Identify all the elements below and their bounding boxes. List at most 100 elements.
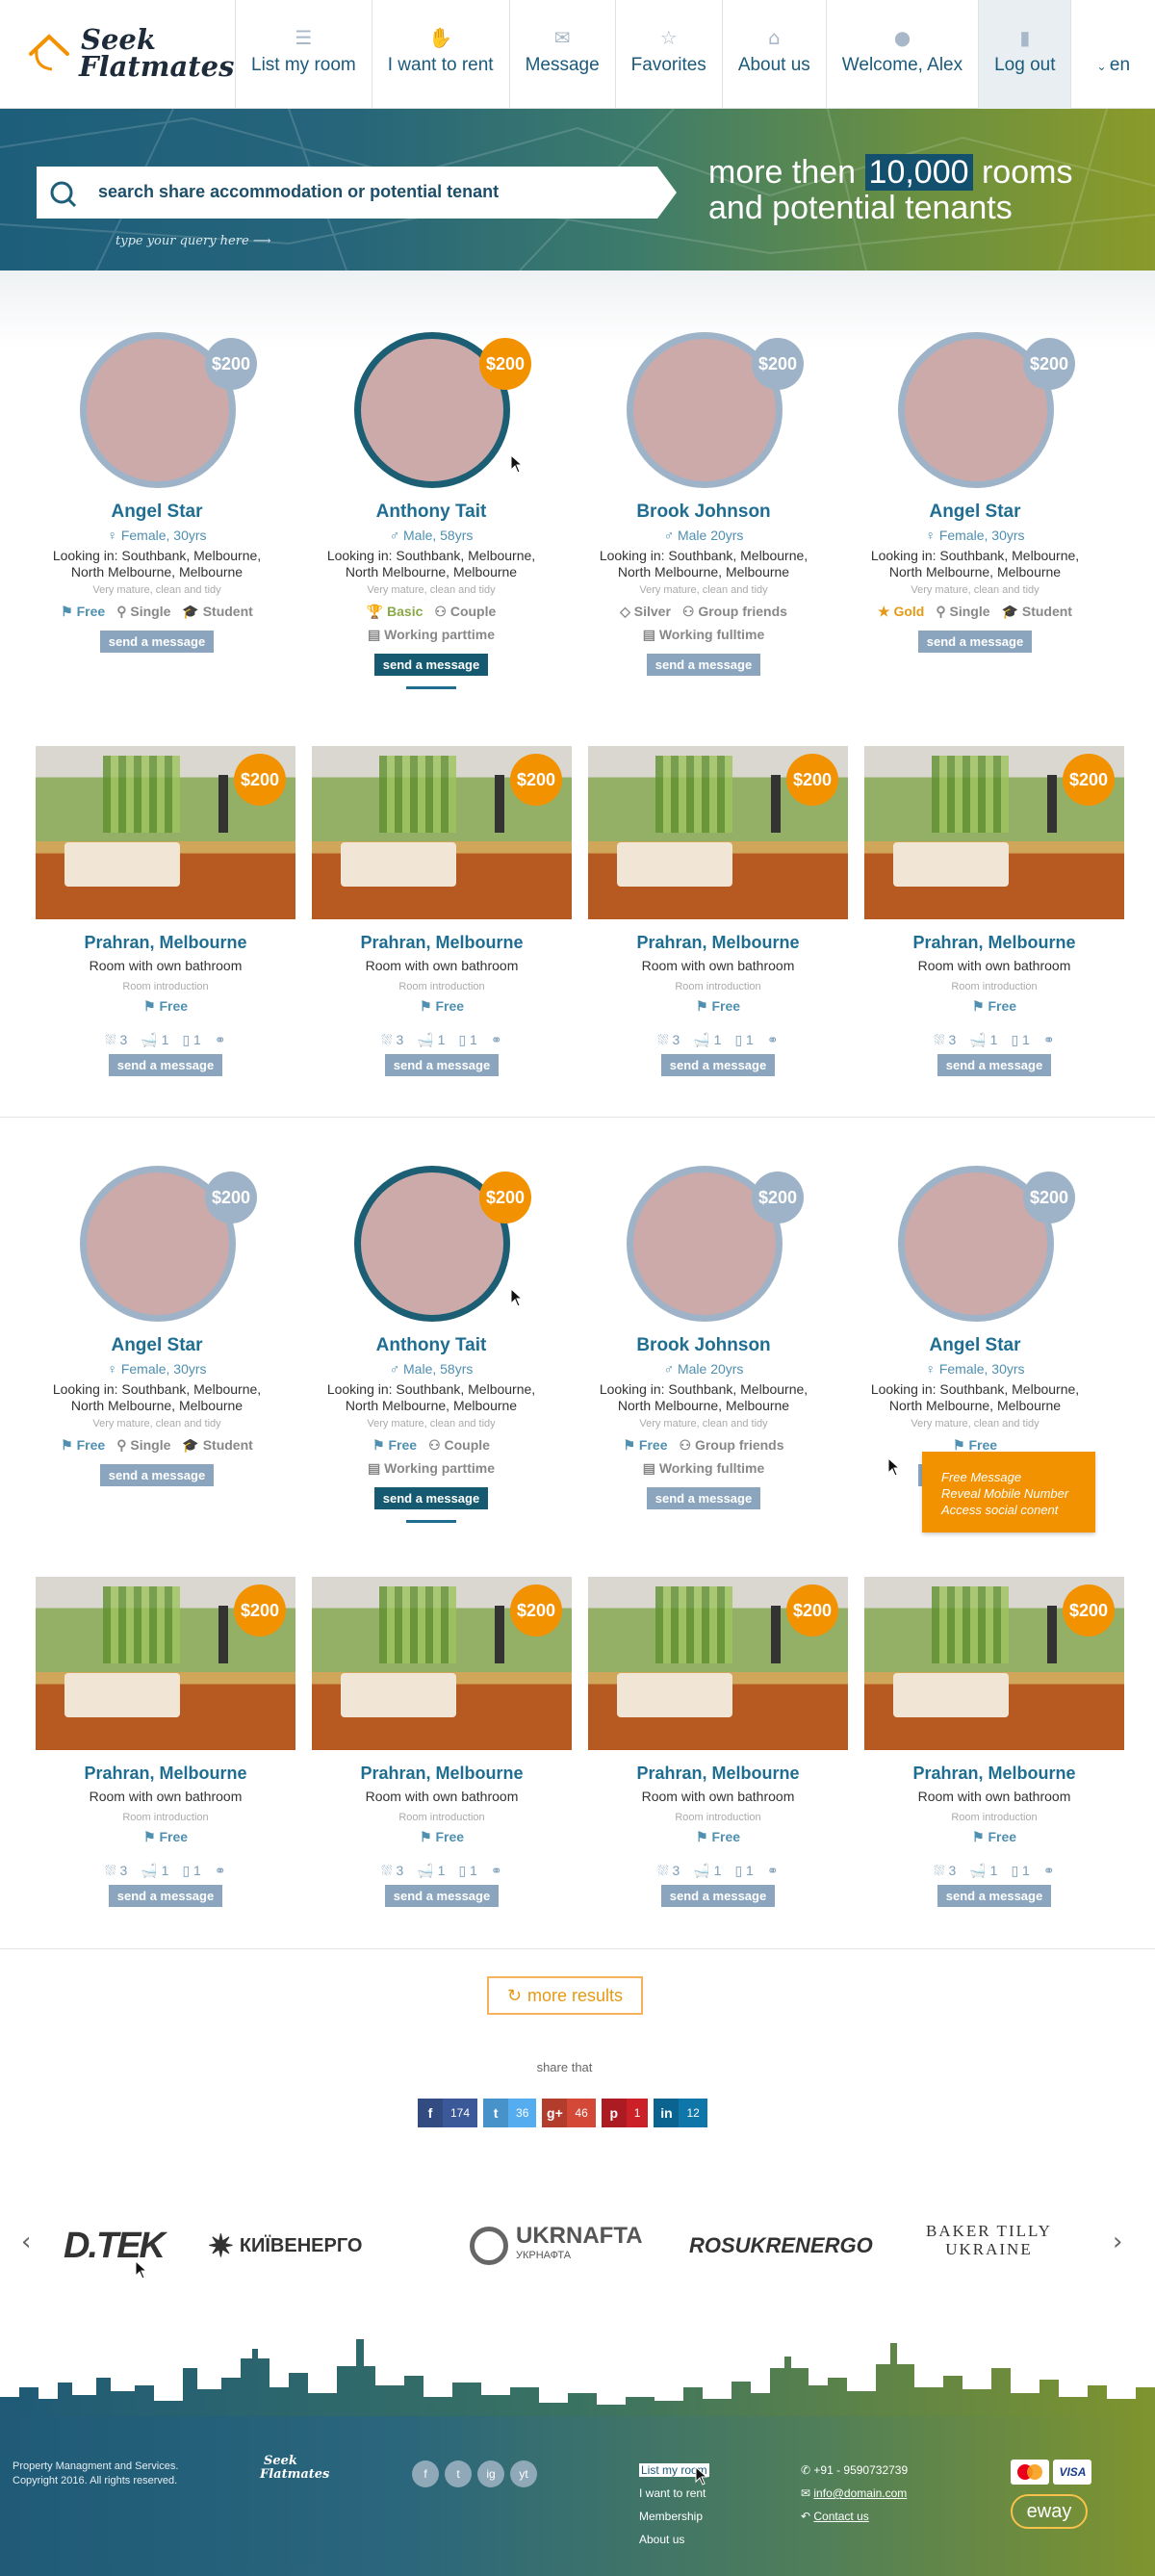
room-card[interactable]: $200 Prahran, Melbourne Room with own bath… (312, 1577, 572, 1914)
person-card[interactable]: $200 Angel Star ♀ Female, 30yrs Looking in:… (32, 1166, 282, 1551)
room-intro: Room introduction (398, 981, 485, 992)
partner-logo-baker-tilly[interactable]: BAKER TILLY UKRAINE (926, 2222, 1052, 2270)
send-message-button[interactable]: send a message (373, 1487, 489, 1509)
send-message-button[interactable]: send a message (646, 654, 761, 676)
room-location[interactable]: Prahran, Melbourne (36, 1764, 295, 1784)
person-card[interactable]: $200 Angel Star ♀ Female, 30yrs Looking in:… (850, 332, 1100, 717)
person-name[interactable]: Brook Johnson (578, 1335, 829, 1356)
person-name[interactable]: Angel Star (850, 502, 1100, 523)
person-card[interactable]: $200 Brook Johnson ♂ Male 20yrs Looking in:… (578, 332, 829, 717)
send-message-button[interactable]: send a message (937, 1885, 1052, 1907)
send-message-button[interactable]: send a message (373, 654, 489, 676)
youtube-icon[interactable]: yt (510, 2460, 537, 2487)
room-location[interactable]: Prahran, Melbourne (36, 933, 295, 953)
couple-icon: ⚭ (1042, 1032, 1055, 1047)
twitter-icon: t (483, 2099, 509, 2127)
send-message-button[interactable]: send a message (937, 1054, 1052, 1076)
instagram-icon[interactable]: ig (477, 2460, 504, 2487)
person-card[interactable]: $200 Anthony Tait ♂ Male, 58yrs Looking in:… (306, 1166, 556, 1551)
person-name[interactable]: Angel Star (32, 1335, 282, 1356)
nav-label: About us (737, 55, 810, 75)
graduation-cap-icon: 🎓 (182, 1437, 203, 1453)
room-location[interactable]: Prahran, Melbourne (588, 933, 848, 953)
person-tags: ⚑ Free ⚲ Single 🎓 Student (32, 604, 282, 620)
person-name[interactable]: Anthony Tait (306, 1335, 556, 1356)
share-facebook-button[interactable]: f 174 (418, 2099, 478, 2127)
room-location[interactable]: Prahran, Melbourne (312, 933, 572, 953)
send-message-button[interactable]: send a message (660, 1885, 776, 1907)
room-card[interactable]: $200 Prahran, Melbourne Room with own bath… (864, 746, 1124, 1083)
send-message-button[interactable]: send a message (660, 1054, 776, 1076)
female-icon: ♀ (107, 528, 121, 543)
looking-in: Looking in: Southbank, Melbourne, North M… (870, 548, 1080, 580)
footer-logo[interactable]: Seek Flatmates (244, 2455, 329, 2482)
nav-i-want-to-rent[interactable]: ✋ I want to rent (371, 0, 509, 109)
nav-list-my-room[interactable]: ☰ List my room (235, 0, 372, 109)
nav-message[interactable]: ✉ Message (508, 0, 615, 109)
twitter-icon[interactable]: t (445, 2460, 472, 2487)
send-message-button[interactable]: send a message (384, 1885, 500, 1907)
send-message-button[interactable]: send a message (108, 1885, 223, 1907)
room-card[interactable]: $200 Prahran, Melbourne Room with own bath… (588, 1577, 848, 1914)
send-message-button[interactable]: send a message (646, 1487, 761, 1509)
search-input[interactable]: search share accommodation or potential … (98, 182, 499, 202)
share-pinterest-button[interactable]: p1 (601, 2099, 649, 2127)
footer-email-link[interactable]: info@domain.com (813, 2486, 907, 2500)
send-message-button[interactable]: send a message (99, 1464, 215, 1486)
room-amenities: ⛆ 3 🛁 1 ▯ 1 ⚭ (657, 1032, 779, 1047)
share-twitter-button[interactable]: t 36 (483, 2099, 537, 2127)
footer-link-about-us[interactable]: About us (639, 2528, 709, 2551)
carousel-next-arrow[interactable]: › (1113, 2228, 1122, 2256)
room-card[interactable]: $200 Prahran, Melbourne Room with own bath… (312, 746, 572, 1083)
site-logo[interactable]: Seek Flatmates (27, 23, 234, 87)
room-location[interactable]: Prahran, Melbourne (864, 933, 1124, 953)
partner-logo-rosukrenergo[interactable]: ROSUKRENERGO (689, 2222, 873, 2270)
person-name[interactable]: Angel Star (850, 1335, 1100, 1356)
more-results-button[interactable]: ↻ more results (487, 1976, 643, 2015)
room-card[interactable]: $200 Prahran, Melbourne Room with own bath… (588, 746, 848, 1083)
share-linkedin-button[interactable]: in 12 (654, 2099, 707, 2127)
partner-logo-ukrnafta[interactable]: UKRNAFTA УКРНАФТА (470, 2222, 643, 2270)
person-card[interactable]: $200 Brook Johnson ♂ Male 20yrs Looking in:… (578, 1166, 829, 1551)
language-select[interactable]: ⌄ en (1070, 0, 1155, 109)
send-message-button[interactable]: send a message (99, 631, 215, 653)
partner-logo-dtek[interactable]: D.TEK (64, 2222, 166, 2270)
room-location[interactable]: Prahran, Melbourne (312, 1764, 572, 1784)
person-name[interactable]: Brook Johnson (578, 502, 829, 523)
person-card[interactable]: $200 Angel Star ♀ Female, 30yrs Looking in:… (32, 332, 282, 717)
hero-headline: more then 10,000 rooms and potential ten… (708, 154, 1073, 226)
nav-favorites[interactable]: ☆ Favorites (614, 0, 722, 109)
room-card[interactable]: $200 Prahran, Melbourne Room with own bath… (36, 1577, 295, 1914)
nav-welcome[interactable]: ● Welcome, Alex (825, 0, 978, 109)
flag-icon: ⚑ (61, 604, 77, 619)
bed-icon: ⛆ (381, 1863, 397, 1878)
facebook-icon[interactable]: f (412, 2460, 439, 2487)
room-location[interactable]: Prahran, Melbourne (588, 1764, 848, 1784)
send-message-button[interactable]: send a message (108, 1054, 223, 1076)
plan-label: Free (76, 604, 106, 619)
nav-log-out[interactable]: ▮ Log out (978, 0, 1071, 109)
plan-label: Free (76, 1437, 106, 1453)
room-location[interactable]: Prahran, Melbourne (864, 1764, 1124, 1784)
room-card[interactable]: $200 Prahran, Melbourne Room with own bath… (36, 746, 295, 1083)
mouse-cursor-icon (135, 2260, 148, 2280)
footer-contact-link[interactable]: Contact us (813, 2510, 868, 2523)
nav-about-us[interactable]: ⌂ About us (721, 0, 826, 109)
person-name[interactable]: Anthony Tait (306, 502, 556, 523)
room-card[interactable]: $200 Prahran, Melbourne Room with own bath… (864, 1577, 1124, 1914)
carousel-prev-arrow[interactable]: ‹ (21, 2228, 31, 2256)
partner-logo-kyivenergo[interactable]: ✷ КИЇВЕНЕРГО (208, 2222, 362, 2270)
send-message-button[interactable]: send a message (917, 631, 1033, 653)
person-card[interactable]: $200 Anthony Tait ♂ Male, 58yrs Looking in:… (306, 332, 556, 717)
person-name[interactable]: Angel Star (32, 502, 282, 523)
share-googleplus-button[interactable]: g+ 46 (542, 2099, 596, 2127)
active-underline (406, 1520, 456, 1523)
footer-link-membership[interactable]: Membership (639, 2505, 709, 2528)
occupation-label: Student (1021, 604, 1072, 619)
room-type: Room with own bathroom (917, 958, 1071, 973)
send-message-button[interactable]: send a message (384, 1054, 500, 1076)
search-box[interactable]: search share accommodation or potential … (37, 167, 677, 219)
type-label: Group friends (698, 604, 787, 619)
nav-label: Message (525, 55, 600, 75)
room-intro: Room introduction (122, 981, 209, 992)
